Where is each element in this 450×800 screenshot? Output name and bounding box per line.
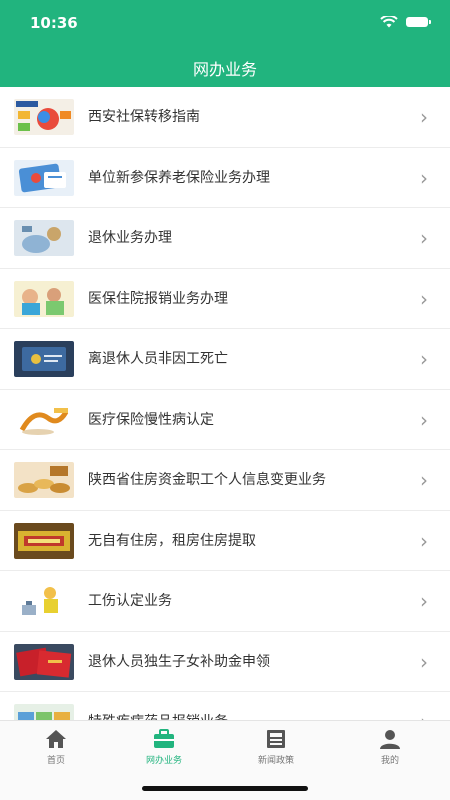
social-security-thumb	[14, 99, 74, 135]
list-item-label: 退休业务办理	[88, 230, 172, 246]
list-item[interactable]: 单位新参保养老保险业务办理 ›	[0, 148, 450, 208]
home-icon	[46, 730, 66, 748]
newspaper-icon	[267, 730, 285, 748]
list-item[interactable]: 退休业务办理 ›	[0, 208, 450, 269]
rental-housing-thumb	[14, 522, 74, 559]
list-item-label: 工伤认定业务	[88, 593, 172, 609]
list-item-label: 陕西省住房资金职工个人信息变更业务	[88, 472, 326, 488]
chronic-illness-thumb	[14, 401, 74, 438]
list-item[interactable]: 医保住院报销业务办理 ›	[0, 269, 450, 329]
tab-home[interactable]: 首页	[0, 727, 112, 772]
service-list[interactable]: 西安社保转移指南 › 单位新参保养老保险业务办理 › 退休业务办理 › 医保住院…	[0, 87, 450, 720]
tab-label: 网办业务	[145, 756, 182, 766]
tab-mine[interactable]: 我的	[334, 727, 446, 772]
list-item[interactable]: 西安社保转移指南 ›	[0, 87, 450, 148]
list-item[interactable]: 特殊疾病药品报销业务 ›	[0, 692, 450, 720]
person-icon	[380, 730, 400, 749]
status-time: 10:36	[30, 14, 78, 32]
list-item-label: 无自有住房，租房住房提取	[88, 532, 256, 549]
list-item[interactable]: 医疗保险慢性病认定 ›	[0, 390, 450, 450]
red-certificate-thumb	[14, 643, 74, 680]
chevron-right-icon: ›	[420, 589, 428, 613]
coins-thumb	[14, 462, 74, 498]
page-title: 网办业务	[192, 60, 257, 79]
app-header: 10:36 网办业务	[0, 0, 450, 87]
list-item-label: 单位新参保养老保险业务办理	[88, 169, 270, 186]
list-item-label: 退休人员独生子女补助金申领	[88, 653, 270, 670]
battery-icon	[406, 17, 431, 27]
chevron-right-icon: ›	[420, 528, 428, 553]
tab-label: 我的	[380, 756, 399, 766]
retirement-thumb	[14, 220, 74, 256]
tab-label: 首页	[46, 756, 65, 766]
chevron-right-icon: ›	[420, 649, 428, 674]
list-item[interactable]: 工伤认定业务 ›	[0, 571, 450, 632]
list-item[interactable]: 陕西省住房资金职工个人信息变更业务 ›	[0, 450, 450, 511]
medicine-thumb	[14, 704, 74, 720]
hospital-thumb	[14, 280, 74, 317]
list-item-label: 医保住院报销业务办理	[88, 290, 228, 307]
work-injury-thumb	[14, 583, 74, 619]
briefcase-icon	[154, 729, 174, 748]
list-item-label: 特殊疾病药品报销业务	[88, 692, 228, 720]
chevron-right-icon: ›	[420, 105, 428, 129]
list-item[interactable]: 退休人员独生子女补助金申领 ›	[0, 632, 450, 692]
wifi-icon	[380, 16, 398, 28]
chevron-right-icon: ›	[420, 347, 428, 371]
tab-label: 新闻政策	[257, 756, 294, 766]
tab-news-policy[interactable]: 新闻政策	[220, 727, 332, 772]
chevron-right-icon: ›	[420, 468, 428, 492]
status-bar: 10:36	[0, 0, 450, 44]
list-item-label: 医疗保险慢性病认定	[88, 411, 214, 428]
list-item[interactable]: 离退休人员非因工死亡 ›	[0, 329, 450, 390]
chevron-right-icon: ›	[420, 165, 428, 190]
chevron-right-icon: ›	[420, 226, 428, 250]
tab-online-services[interactable]: 网办业务	[108, 727, 220, 772]
pension-card-thumb	[14, 159, 74, 196]
list-item[interactable]: 无自有住房，租房住房提取 ›	[0, 511, 450, 571]
home-indicator	[142, 786, 308, 791]
chevron-right-icon: ›	[420, 407, 428, 432]
certificate-thumb	[14, 341, 74, 377]
status-icons	[380, 16, 431, 28]
chevron-right-icon: ›	[420, 286, 428, 311]
list-item-label: 西安社保转移指南	[88, 109, 200, 125]
list-item-label: 离退休人员非因工死亡	[88, 351, 228, 367]
chevron-right-icon: ›	[420, 692, 428, 720]
